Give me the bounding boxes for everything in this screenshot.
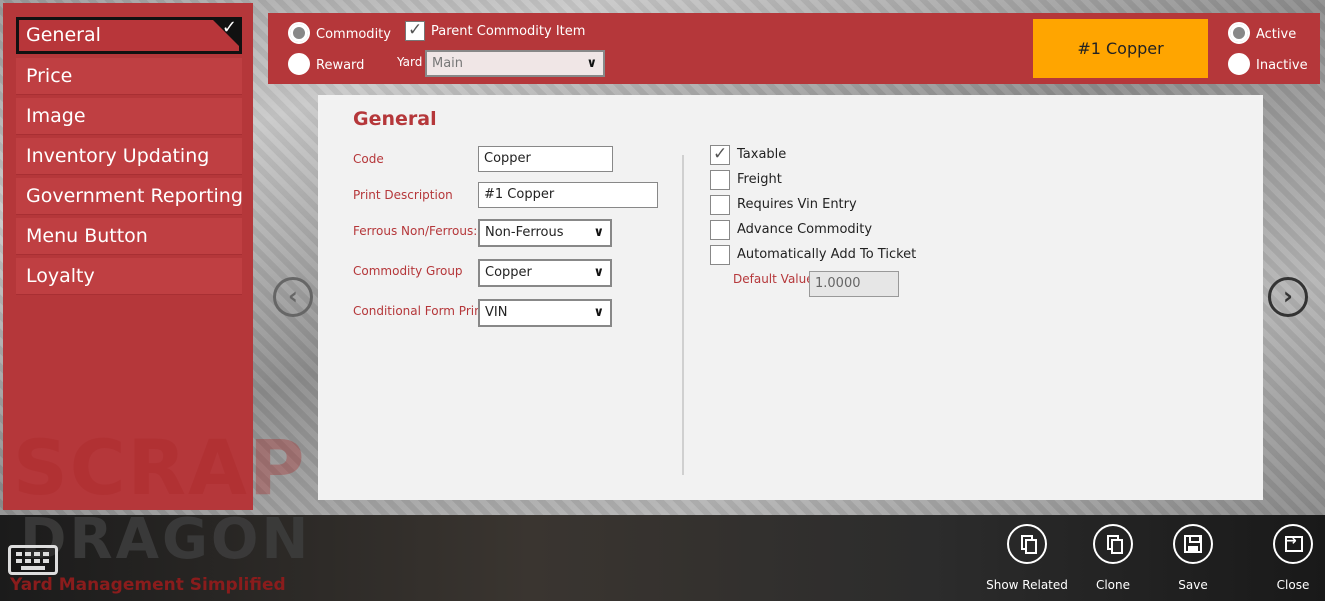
default-value-input[interactable]: 1.0000: [809, 271, 899, 297]
active-radio-label: Active: [1256, 27, 1297, 42]
auto-add-to-ticket-label: Automatically Add To Ticket: [737, 247, 917, 262]
freight-label: Freight: [737, 172, 782, 187]
sidebar: General ✓ Price Image Inventory Updating…: [3, 3, 305, 512]
inactive-radio-label: Inactive: [1256, 58, 1308, 73]
sidebar-item-loyalty[interactable]: Loyalty: [16, 258, 242, 295]
chevron-right-icon: ›: [1283, 282, 1293, 310]
commodity-header-bar: Commodity Reward ✓ Parent Commodity Item…: [268, 13, 1320, 84]
save-icon: [1173, 524, 1213, 564]
reward-radio[interactable]: [288, 53, 310, 75]
sidebar-item-label: Menu Button: [26, 225, 148, 247]
sidebar-item-label: Inventory Updating: [26, 145, 210, 167]
code-input[interactable]: Copper: [478, 146, 613, 172]
inactive-radio[interactable]: [1228, 53, 1250, 75]
conditional-form-label: Conditional Form Print: [353, 304, 487, 318]
sidebar-item-label: General: [26, 24, 101, 46]
auto-add-to-ticket-checkbox[interactable]: [710, 245, 730, 265]
ferrous-select-value: Non-Ferrous: [485, 225, 564, 240]
show-related-button[interactable]: Show Related: [982, 524, 1072, 599]
sidebar-item-government-reporting[interactable]: Government Reporting: [16, 178, 243, 215]
commodity-name-badge: #1 Copper: [1033, 19, 1208, 78]
sidebar-item-price[interactable]: Price: [16, 58, 242, 95]
conditional-form-select-value: VIN: [485, 305, 508, 320]
general-panel: General Code Copper Print Description #1…: [318, 95, 1263, 500]
close-button[interactable]: Close: [1248, 524, 1325, 599]
sidebar-item-general[interactable]: General ✓: [16, 17, 242, 54]
advance-commodity-label: Advance Commodity: [737, 222, 873, 237]
show-related-label: Show Related: [986, 578, 1068, 592]
sidebar-item-label: Price: [26, 65, 73, 87]
ferrous-label: Ferrous Non/Ferrous:: [353, 224, 478, 238]
requires-vin-entry-checkbox[interactable]: [710, 195, 730, 215]
save-button[interactable]: Save: [1148, 524, 1238, 599]
sidebar-item-label: Loyalty: [26, 265, 95, 287]
panel-title: General: [353, 108, 437, 130]
requires-vin-entry-label: Requires Vin Entry: [737, 197, 857, 212]
sidebar-item-label: Government Reporting: [26, 185, 243, 207]
conditional-form-select[interactable]: VIN ∨: [478, 299, 612, 327]
keyboard-icon[interactable]: [8, 545, 58, 575]
commodity-radio[interactable]: [288, 22, 310, 44]
yard-select-value: Main: [432, 56, 464, 71]
app-bar: DRAGON Yard Management Simplified Show R…: [0, 507, 1325, 601]
commodity-radio-label: Commodity: [316, 27, 391, 42]
close-label: Close: [1276, 578, 1310, 592]
print-description-label: Print Description: [353, 188, 453, 202]
check-icon: ✓: [713, 144, 728, 164]
check-icon: ✓: [221, 17, 237, 38]
yard-select[interactable]: Main ∨: [425, 50, 605, 77]
parent-commodity-checkbox[interactable]: ✓: [405, 20, 425, 41]
clone-button[interactable]: Clone: [1068, 524, 1158, 599]
reward-radio-label: Reward: [316, 58, 365, 73]
check-icon: ✓: [408, 20, 423, 40]
sidebar-item-menu-button[interactable]: Menu Button: [16, 218, 242, 255]
previous-page-button[interactable]: ‹: [273, 277, 313, 317]
taxable-label: Taxable: [737, 147, 787, 162]
save-label: Save: [1178, 578, 1208, 592]
brand-logo-dragon: DRAGON: [20, 507, 312, 572]
chevron-down-icon: ∨: [593, 305, 604, 320]
copy-icon: [1093, 524, 1133, 564]
next-page-button[interactable]: ›: [1268, 277, 1308, 317]
print-description-input[interactable]: #1 Copper: [478, 182, 658, 208]
brand-tagline: Yard Management Simplified: [10, 575, 286, 595]
advance-commodity-checkbox[interactable]: [710, 220, 730, 240]
commodity-group-label: Commodity Group: [353, 264, 463, 278]
chevron-down-icon: ∨: [586, 56, 597, 71]
exit-icon: [1273, 524, 1313, 564]
yard-label: Yard: [397, 55, 423, 69]
sidebar-item-label: Image: [26, 105, 86, 127]
chevron-down-icon: ∨: [593, 225, 604, 240]
taxable-checkbox[interactable]: ✓: [710, 144, 730, 165]
chevron-left-icon: ‹: [288, 282, 298, 310]
chevron-down-icon: ∨: [593, 265, 604, 280]
brand-watermark-scrap: SCRAP: [13, 423, 307, 512]
sidebar-item-image[interactable]: Image: [16, 98, 242, 135]
commodity-group-select[interactable]: Copper ∨: [478, 259, 612, 287]
column-divider: [682, 155, 684, 475]
sidebar-item-inventory-updating[interactable]: Inventory Updating: [16, 138, 242, 175]
clone-label: Clone: [1095, 578, 1131, 592]
commodity-group-select-value: Copper: [485, 265, 532, 280]
default-value-label: Default Value: [733, 272, 814, 286]
active-radio[interactable]: [1228, 22, 1250, 44]
documents-icon: [1007, 524, 1047, 564]
freight-checkbox[interactable]: [710, 170, 730, 190]
code-label: Code: [353, 152, 384, 166]
parent-commodity-label: Parent Commodity Item: [431, 24, 586, 39]
ferrous-select[interactable]: Non-Ferrous ∨: [478, 219, 612, 247]
